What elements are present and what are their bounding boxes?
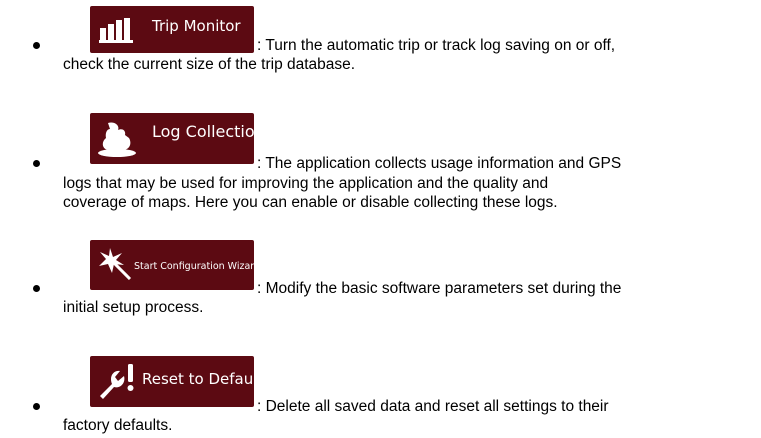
log-bag-icon bbox=[98, 121, 138, 162]
reset-to-defaults-label: Reset to Defaults bbox=[142, 370, 272, 388]
start-configuration-wizard-label: Start Configuration Wizard bbox=[134, 261, 261, 272]
description-line: coverage of maps. Here you can enable or… bbox=[63, 194, 558, 211]
magic-wand-icon bbox=[98, 248, 132, 285]
log-collection-button[interactable]: Log Collection bbox=[90, 113, 265, 164]
description-line: : Modify the basic software parameters s… bbox=[257, 280, 622, 297]
description-line: : The application collects usage informa… bbox=[257, 155, 622, 172]
trip-monitor-button[interactable]: Trip Monitor bbox=[90, 6, 254, 53]
bullet bbox=[33, 42, 40, 49]
description-line: : Delete all saved data and reset all se… bbox=[257, 398, 609, 415]
bar-chart-icon bbox=[99, 18, 133, 49]
wrench-reset-icon bbox=[96, 362, 138, 405]
description-line: factory defaults. bbox=[63, 417, 173, 434]
trip-monitor-label: Trip Monitor bbox=[152, 17, 241, 35]
start-configuration-wizard-button[interactable]: Start Configuration Wizard bbox=[90, 240, 260, 290]
description-line: initial setup process. bbox=[63, 299, 204, 316]
bullet bbox=[33, 403, 40, 410]
reset-to-defaults-button[interactable]: Reset to Defaults bbox=[90, 356, 271, 407]
description-line: check the current size of the trip datab… bbox=[63, 56, 356, 73]
bullet bbox=[33, 285, 40, 292]
log-collection-label: Log Collection bbox=[152, 122, 265, 141]
description-line: logs that may be used for improving the … bbox=[63, 175, 549, 192]
bullet bbox=[33, 160, 40, 167]
description-line: : Turn the automatic trip or track log s… bbox=[257, 37, 616, 54]
